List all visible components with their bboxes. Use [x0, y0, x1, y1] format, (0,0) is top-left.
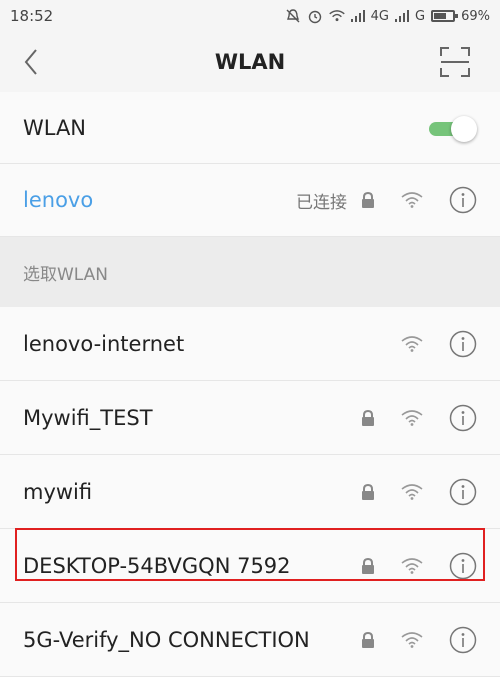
network-list: lenovo-internet Mywifi_TESTmywifi DESKTOP-…	[0, 307, 500, 677]
network-row[interactable]: Mywifi_TEST	[0, 381, 500, 455]
scan-frame-icon[interactable]	[440, 47, 470, 77]
info-icon[interactable]	[449, 552, 477, 580]
info-icon[interactable]	[449, 626, 477, 654]
info-icon[interactable]	[449, 404, 477, 432]
network-name: DESKTOP-54BVGQN 7592	[23, 553, 291, 578]
lock-icon	[361, 409, 375, 426]
info-icon[interactable]	[449, 330, 477, 358]
network-name: 5G-Verify_NO CONNECTION	[23, 627, 310, 652]
signal-icon-2	[395, 10, 410, 22]
lock-icon	[361, 483, 375, 500]
wifi-signal-icon	[401, 409, 423, 426]
connected-network-row[interactable]: lenovo 已连接	[0, 164, 500, 237]
section-header: 选取WLAN	[0, 237, 500, 307]
toggle-knob	[451, 115, 477, 142]
info-icon[interactable]	[449, 478, 477, 506]
wifi-signal-icon	[401, 335, 423, 352]
wifi-signal-icon	[401, 557, 423, 574]
network-type-2: G	[415, 8, 426, 24]
lock-icon	[361, 336, 375, 352]
title-bar: WLAN	[0, 32, 500, 92]
network-type-1: 4G	[370, 8, 390, 24]
alarm-icon	[307, 8, 323, 24]
info-icon[interactable]	[449, 186, 477, 214]
wifi-signal-icon	[401, 192, 423, 208]
wifi-signal-icon	[401, 483, 423, 500]
network-name: lenovo-internet	[23, 331, 185, 356]
status-bar: 18:52 4G G 69%	[0, 0, 500, 32]
status-icons: 4G G 69%	[285, 8, 490, 24]
connected-network-name: lenovo	[23, 188, 94, 212]
chevron-left-icon[interactable]	[18, 46, 46, 78]
lock-icon	[361, 631, 375, 648]
battery-icon	[431, 10, 459, 22]
wlan-toggle-label: WLAN	[23, 115, 87, 140]
connection-status: 已连接	[296, 192, 347, 213]
wifi-signal-icon	[401, 631, 423, 648]
wifi-status-icon	[328, 9, 345, 23]
network-row[interactable]: lenovo-internet	[0, 307, 500, 381]
network-name: mywifi	[23, 479, 93, 504]
lock-icon	[361, 191, 375, 208]
mute-icon	[285, 8, 301, 24]
network-row[interactable]: mywifi	[0, 455, 500, 529]
battery-percent: 69%	[461, 8, 490, 24]
wlan-toggle-switch[interactable]	[429, 115, 477, 142]
lock-icon	[361, 557, 375, 574]
signal-icon-1	[350, 10, 365, 22]
page-title: WLAN	[214, 50, 286, 74]
network-row[interactable]: 5G-Verify_NO CONNECTION	[0, 603, 500, 677]
network-name: Mywifi_TEST	[23, 405, 153, 430]
network-row[interactable]: DESKTOP-54BVGQN 7592	[0, 529, 500, 603]
wlan-toggle-row[interactable]: WLAN	[0, 92, 500, 164]
status-time: 18:52	[10, 7, 54, 25]
